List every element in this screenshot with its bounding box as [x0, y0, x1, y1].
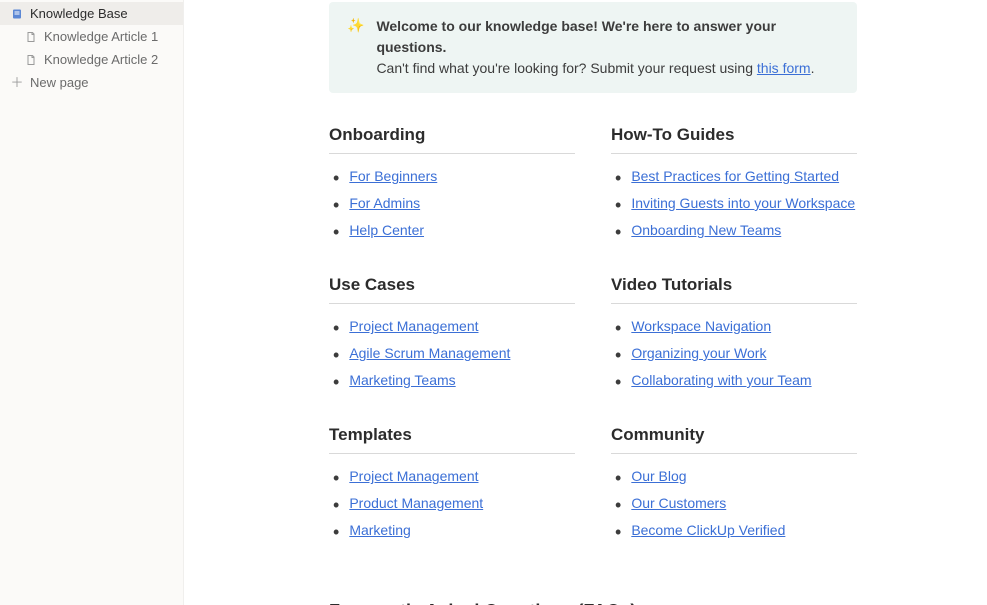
- section-title: Video Tutorials: [611, 275, 857, 295]
- link-marketing-teams[interactable]: Marketing Teams: [349, 372, 455, 388]
- divider: [611, 453, 857, 454]
- list-item: Our Customers: [615, 491, 857, 518]
- list-item: Workspace Navigation: [615, 314, 857, 341]
- link-help-center[interactable]: Help Center: [349, 222, 424, 238]
- link-inviting-guests[interactable]: Inviting Guests into your Workspace: [631, 195, 855, 211]
- link-collaborating[interactable]: Collaborating with your Team: [631, 372, 811, 388]
- link-template-marketing[interactable]: Marketing: [349, 522, 410, 538]
- sidebar-item-article-1[interactable]: Knowledge Article 1: [0, 25, 183, 48]
- link-onboarding-teams[interactable]: Onboarding New Teams: [631, 222, 781, 238]
- link-our-blog[interactable]: Our Blog: [631, 468, 686, 484]
- link-list: Project Management Product Management Ma…: [329, 464, 575, 545]
- notebook-icon: [10, 7, 24, 21]
- link-become-verified[interactable]: Become ClickUp Verified: [631, 522, 785, 538]
- list-item: Inviting Guests into your Workspace: [615, 191, 857, 218]
- list-item: Organizing your Work: [615, 341, 857, 368]
- sidebar-item-label: Knowledge Base: [30, 6, 128, 21]
- section-title: Templates: [329, 425, 575, 445]
- divider: [329, 303, 575, 304]
- list-item: Help Center: [333, 218, 575, 245]
- link-list: Our Blog Our Customers Become ClickUp Ve…: [611, 464, 857, 545]
- list-item: Our Blog: [615, 464, 857, 491]
- link-list: For Beginners For Admins Help Center: [329, 164, 575, 245]
- section-title: How-To Guides: [611, 125, 857, 145]
- main-content: ✨ Welcome to our knowledge base! We're h…: [184, 0, 987, 605]
- section-onboarding: Onboarding For Beginners For Admins Help…: [329, 125, 575, 245]
- faq-section: Frequently Asked Questions (FAQs) ▶ Ques…: [329, 601, 857, 605]
- sidebar-item-label: New page: [30, 75, 89, 90]
- list-item: Marketing Teams: [333, 368, 575, 395]
- sidebar-item-knowledge-base[interactable]: Knowledge Base: [0, 2, 183, 25]
- list-item: Collaborating with your Team: [615, 368, 857, 395]
- plus-icon: ＋: [10, 76, 24, 90]
- sparkle-icon: ✨: [347, 16, 364, 79]
- link-template-project-management[interactable]: Project Management: [349, 468, 478, 484]
- divider: [329, 153, 575, 154]
- section-title: Community: [611, 425, 857, 445]
- welcome-banner: ✨ Welcome to our knowledge base! We're h…: [329, 2, 857, 93]
- document-icon: [24, 53, 38, 67]
- link-organizing-work[interactable]: Organizing your Work: [631, 345, 766, 361]
- sidebar-new-page[interactable]: ＋ New page: [0, 71, 183, 94]
- banner-body: Can't find what you're looking for? Subm…: [376, 60, 756, 76]
- section-use-cases: Use Cases Project Management Agile Scrum…: [329, 275, 575, 395]
- link-list: Best Practices for Getting Started Invit…: [611, 164, 857, 245]
- link-for-admins[interactable]: For Admins: [349, 195, 420, 211]
- sidebar: Knowledge Base Knowledge Article 1 Knowl…: [0, 0, 184, 605]
- sections-grid: Onboarding For Beginners For Admins Help…: [329, 125, 857, 545]
- divider: [329, 453, 575, 454]
- link-template-product-management[interactable]: Product Management: [349, 495, 483, 511]
- section-title: Use Cases: [329, 275, 575, 295]
- link-for-beginners[interactable]: For Beginners: [349, 168, 437, 184]
- banner-title: Welcome to our knowledge base! We're her…: [376, 18, 776, 55]
- list-item: Product Management: [333, 491, 575, 518]
- list-item: Marketing: [333, 518, 575, 545]
- divider: [611, 303, 857, 304]
- list-item: For Admins: [333, 191, 575, 218]
- section-title: Onboarding: [329, 125, 575, 145]
- sidebar-item-label: Knowledge Article 2: [44, 52, 158, 67]
- link-workspace-navigation[interactable]: Workspace Navigation: [631, 318, 771, 334]
- list-item: Become ClickUp Verified: [615, 518, 857, 545]
- sidebar-item-article-2[interactable]: Knowledge Article 2: [0, 48, 183, 71]
- link-list: Workspace Navigation Organizing your Wor…: [611, 314, 857, 395]
- banner-after: .: [811, 60, 815, 76]
- list-item: Project Management: [333, 314, 575, 341]
- section-community: Community Our Blog Our Customers Become …: [611, 425, 857, 545]
- link-best-practices[interactable]: Best Practices for Getting Started: [631, 168, 839, 184]
- link-our-customers[interactable]: Our Customers: [631, 495, 726, 511]
- link-project-management[interactable]: Project Management: [349, 318, 478, 334]
- divider: [611, 153, 857, 154]
- list-item: Project Management: [333, 464, 575, 491]
- section-templates: Templates Project Management Product Man…: [329, 425, 575, 545]
- faq-title: Frequently Asked Questions (FAQs): [329, 601, 857, 605]
- link-agile-scrum[interactable]: Agile Scrum Management: [349, 345, 510, 361]
- list-item: Onboarding New Teams: [615, 218, 857, 245]
- banner-form-link[interactable]: this form: [757, 60, 811, 76]
- list-item: Agile Scrum Management: [333, 341, 575, 368]
- sidebar-item-label: Knowledge Article 1: [44, 29, 158, 44]
- link-list: Project Management Agile Scrum Managemen…: [329, 314, 575, 395]
- list-item: For Beginners: [333, 164, 575, 191]
- banner-text: Welcome to our knowledge base! We're her…: [376, 16, 839, 79]
- section-how-to-guides: How-To Guides Best Practices for Getting…: [611, 125, 857, 245]
- list-item: Best Practices for Getting Started: [615, 164, 857, 191]
- document-icon: [24, 30, 38, 44]
- section-video-tutorials: Video Tutorials Workspace Navigation Org…: [611, 275, 857, 395]
